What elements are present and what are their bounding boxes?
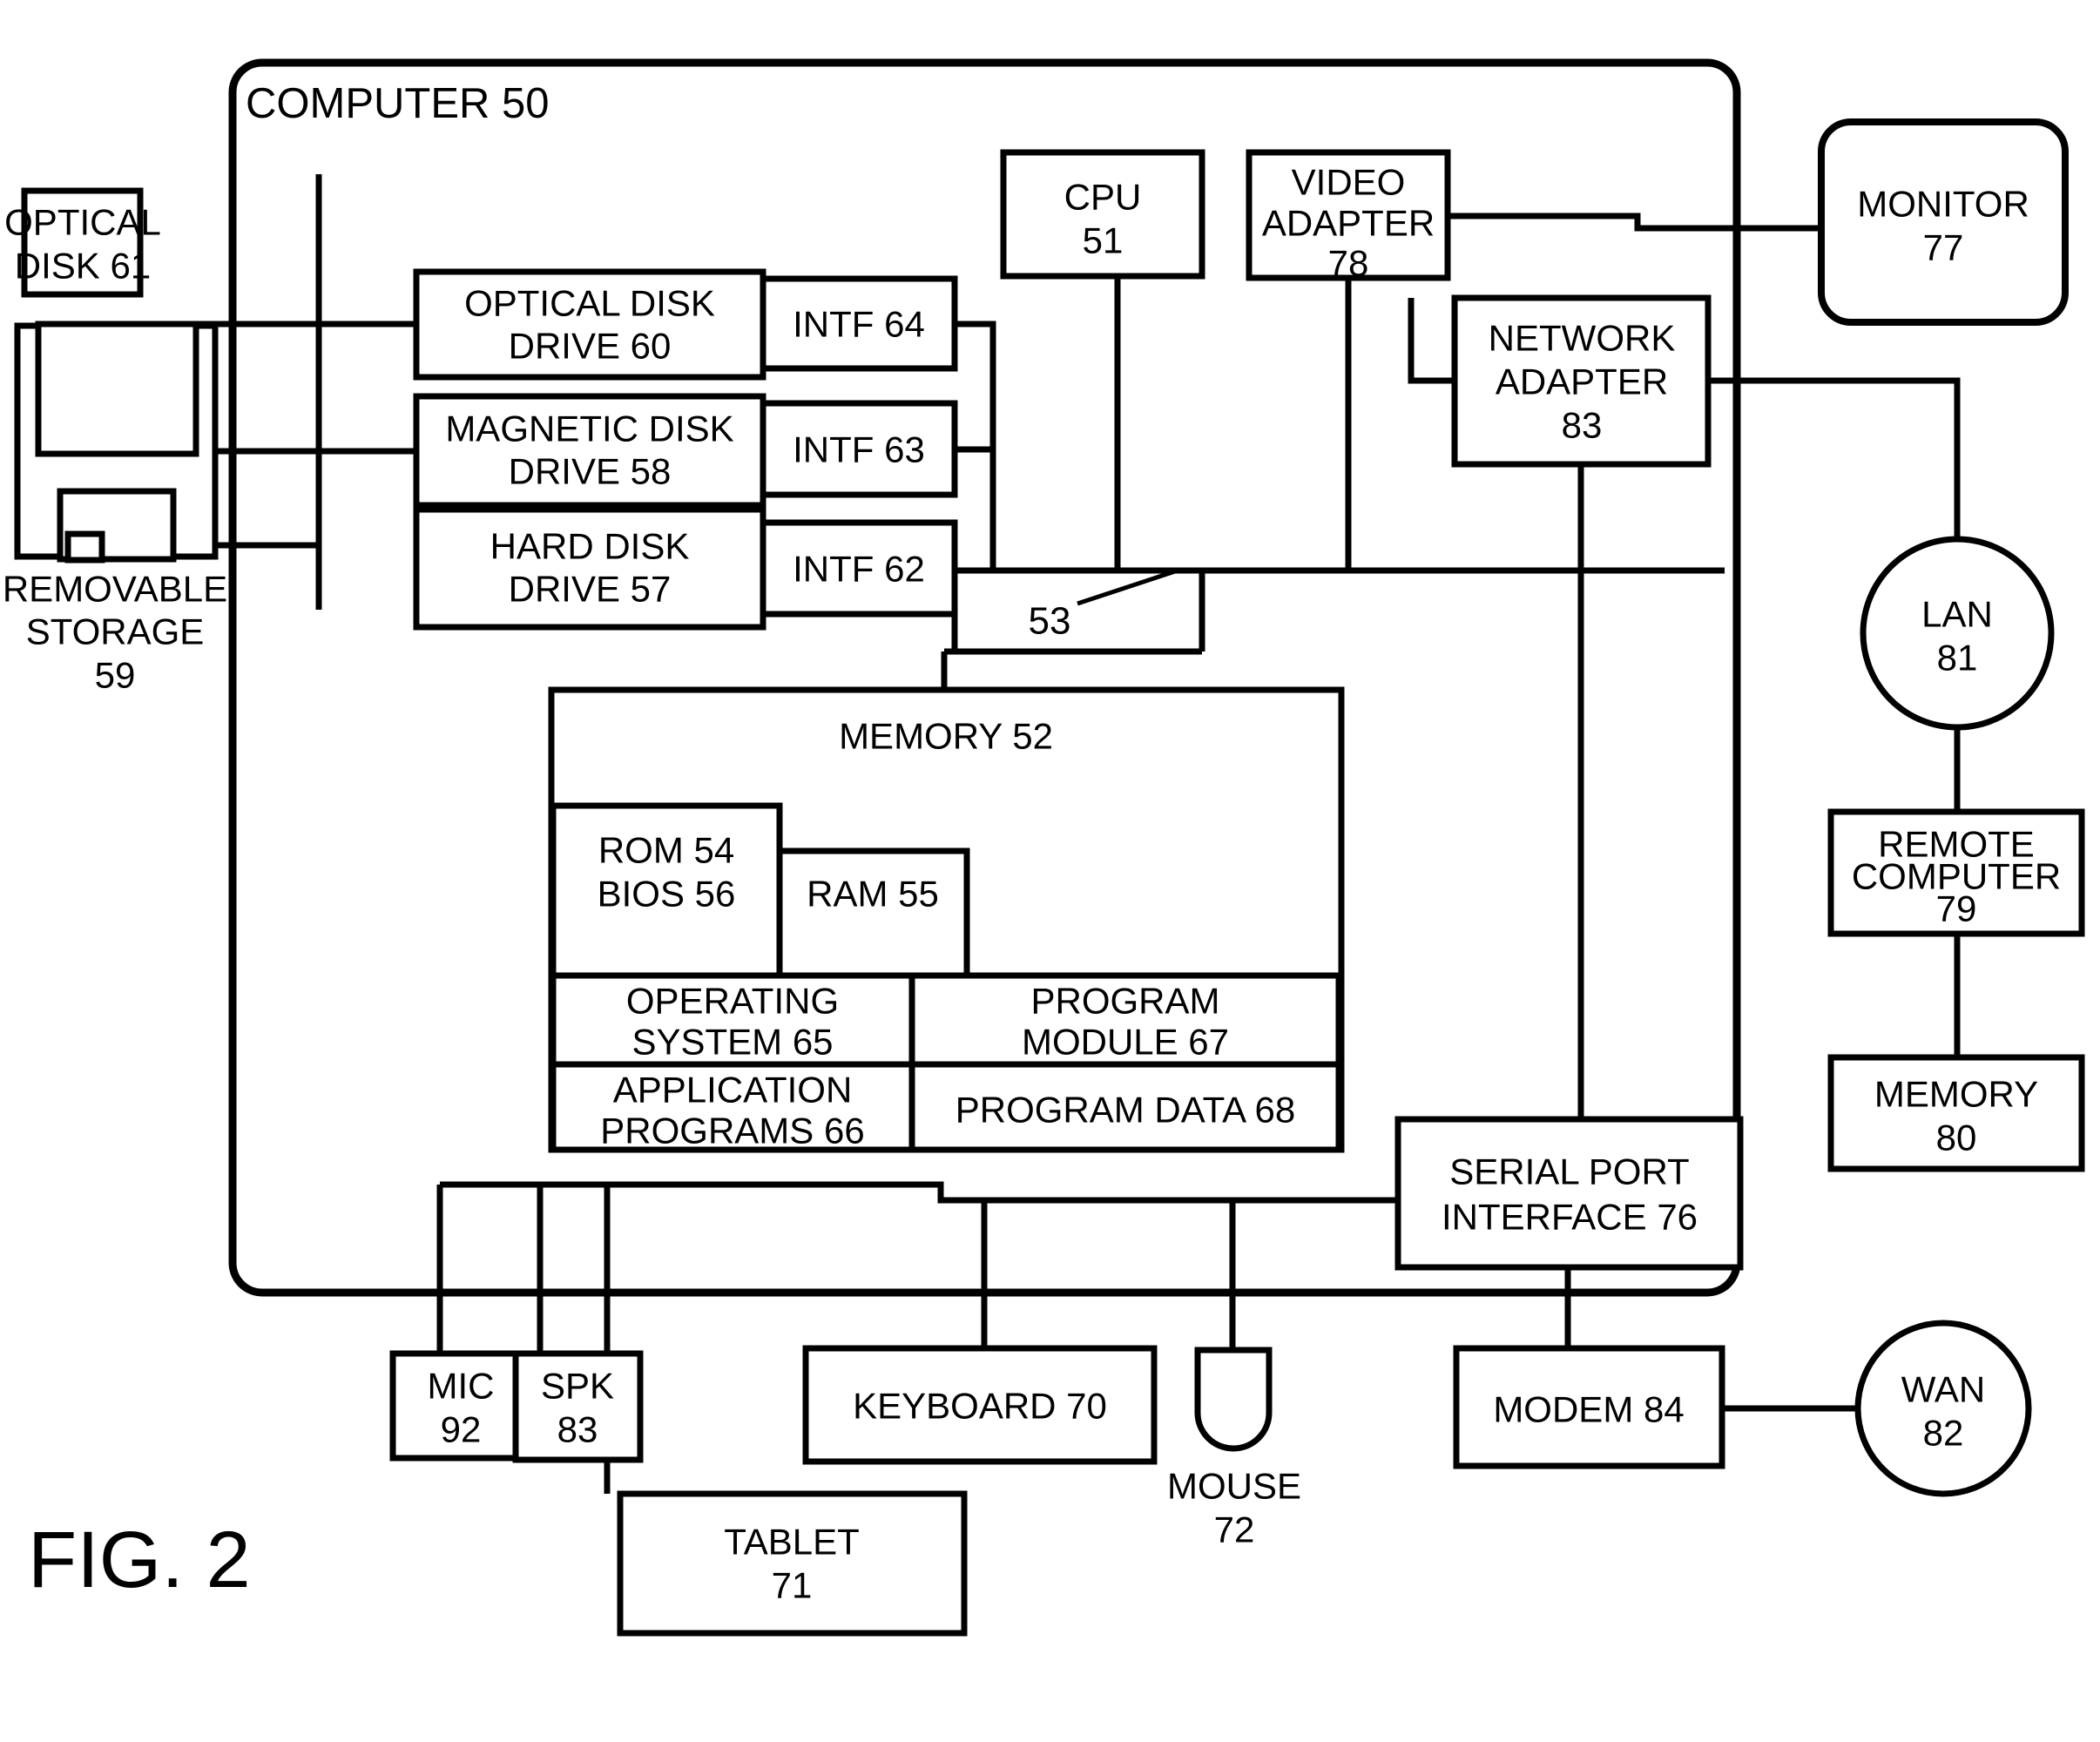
tablet-label-1: TABLET (724, 1522, 860, 1563)
wan-label-1: WAN (1901, 1369, 1985, 1410)
remote-memory-label-1: MEMORY (1874, 1074, 2038, 1115)
memory-label: MEMORY 52 (839, 716, 1053, 757)
serial-port-interface-box[interactable] (1394, 1116, 1744, 1271)
ram-label: RAM 55 (807, 874, 939, 915)
removable-storage-icon (14, 321, 219, 564)
lan-label-1: LAN (1921, 594, 1993, 635)
wan-label-2: 82 (1923, 1413, 1964, 1454)
program-module-label-1: PROGRAM (1030, 981, 1219, 1022)
cpu-label-2: 51 (1083, 220, 1124, 261)
bus-ref-label: 53 (1029, 599, 1071, 642)
block-diagram-svg: COMPUTER 50 53 OPTICAL DISK 61 REMOVABLE… (3, 58, 2085, 1637)
tablet-box[interactable] (617, 1490, 968, 1637)
optical-disk-drive-label-1: OPTICAL DISK (464, 283, 715, 324)
removable-storage-label-1: REMOVABLE (3, 569, 227, 610)
program-data-label: PROGRAM DATA 68 (955, 1090, 1296, 1131)
mouse-label-2: 72 (1214, 1509, 1255, 1550)
video-adapter-label-2: ADAPTER (1262, 203, 1435, 244)
cpu-label-1: CPU (1064, 177, 1142, 218)
peripheral-bus (440, 1181, 1398, 1204)
mic-label-1: MIC (428, 1366, 495, 1407)
modem-label: MODEM 84 (1493, 1389, 1684, 1430)
mic-label-2: 92 (441, 1409, 482, 1450)
optical-disk-label-1: OPTICAL (4, 202, 161, 243)
bus-ref-leader (1077, 568, 1178, 606)
removable-storage-label-2: STORAGE (26, 611, 205, 652)
tablet-label-2: 71 (772, 1565, 813, 1606)
hard-disk-drive-label-1: HARD DISK (490, 526, 690, 567)
operating-system-label-1: OPERATING (626, 981, 839, 1022)
spk-label-2: 83 (557, 1409, 598, 1450)
intf64-label: INTF 64 (793, 304, 925, 345)
optical-disk-drive-label-2: DRIVE 60 (509, 326, 672, 367)
mouse-icon[interactable] (1194, 1347, 1273, 1452)
network-adapter-label-3: 83 (1562, 405, 1603, 446)
lan-label-2: 81 (1937, 638, 1978, 679)
removable-storage-label-3: 59 (95, 655, 136, 696)
remote-memory-label-2: 80 (1936, 1117, 1977, 1158)
monitor-label-1: MONITOR (1857, 184, 2029, 225)
bios-label: BIOS 56 (598, 874, 736, 915)
computer-title: COMPUTER 50 (246, 80, 550, 127)
figure-caption: FIG. 2 (28, 1516, 251, 1604)
application-programs-label-2: PROGRAMS 66 (600, 1111, 864, 1151)
network-adapter-label-1: NETWORK (1489, 318, 1676, 359)
link-network-adapter-to-lan (1708, 377, 1961, 540)
intf63-label: INTF 63 (793, 429, 925, 470)
network-adapter-label-2: ADAPTER (1496, 361, 1668, 402)
intf62-label: INTF 62 (793, 549, 925, 590)
application-programs-label-1: APPLICATION (613, 1070, 853, 1111)
magnetic-disk-drive-label-1: MAGNETIC DISK (445, 408, 733, 449)
patent-figure-2: COMPUTER 50 53 OPTICAL DISK 61 REMOVABLE… (0, 0, 2100, 1742)
system-bus-to-memory (944, 571, 1205, 655)
magnetic-disk-drive-label-2: DRIVE 58 (509, 451, 672, 492)
spk-label-1: SPK (541, 1366, 614, 1407)
rom-label: ROM 54 (598, 830, 734, 871)
program-module-label-2: MODULE 67 (1022, 1022, 1229, 1063)
mouse-label-1: MOUSE (1167, 1466, 1301, 1507)
optical-disk-label-2: DISK 61 (15, 246, 151, 287)
serial-port-label-1: SERIAL PORT (1449, 1151, 1689, 1192)
video-adapter-label-1: VIDEO (1292, 162, 1406, 203)
monitor-label-2: 77 (1923, 227, 1964, 268)
remote-computer-label-3: 79 (1936, 888, 1977, 929)
operating-system-label-2: SYSTEM 65 (631, 1022, 833, 1063)
link-network-adapter-left (1408, 298, 1455, 384)
hard-disk-drive-label-2: DRIVE 57 (509, 569, 672, 610)
video-adapter-label-3: 78 (1328, 243, 1369, 284)
serial-port-label-2: INTERFACE 76 (1442, 1197, 1698, 1238)
keyboard-label: KEYBOARD 70 (853, 1386, 1107, 1427)
